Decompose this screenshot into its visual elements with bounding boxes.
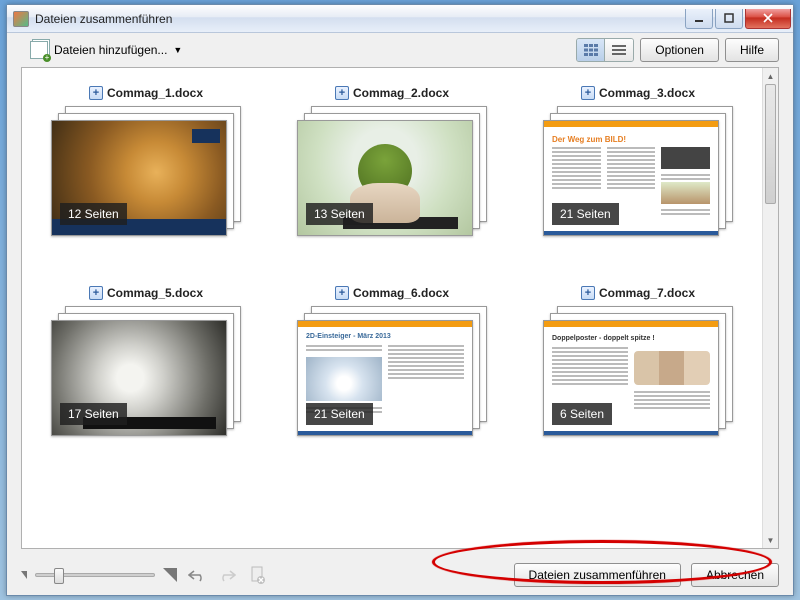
view-list-button[interactable] <box>605 39 633 61</box>
dialog-window: Dateien zusammenführen + Dateien hinzufü… <box>6 4 794 596</box>
window-buttons <box>683 9 791 29</box>
expand-button[interactable]: + <box>335 286 349 300</box>
zoom-slider-knob[interactable] <box>54 568 64 584</box>
file-item-header: + Commag_7.docx <box>581 286 695 300</box>
view-switch <box>576 38 634 62</box>
file-grid: + Commag_1.docx 12 Seiten + Commag_2.docx 13 … <box>22 68 762 548</box>
page-count-badge: 6 Seiten <box>552 403 612 425</box>
page-stack[interactable]: 12 Seiten <box>51 106 241 236</box>
close-button[interactable] <box>745 9 791 29</box>
page-count-badge: 21 Seiten <box>306 403 373 425</box>
file-item-header: + Commag_2.docx <box>335 86 449 100</box>
file-item[interactable]: + Commag_2.docx 13 Seiten <box>278 86 506 236</box>
undo-button[interactable] <box>187 565 207 585</box>
toolbar: + Dateien hinzufügen... ▼ Optionen Hilfe <box>7 33 793 67</box>
help-button[interactable]: Hilfe <box>725 38 779 62</box>
thumbnail: 12 Seiten <box>51 120 227 236</box>
scrollbar-thumb[interactable] <box>765 84 776 204</box>
thumbnail: 2D-Einsteiger - März 201321 Seiten <box>297 320 473 436</box>
page-count-badge: 12 Seiten <box>60 203 127 225</box>
file-item-header: + Commag_5.docx <box>89 286 203 300</box>
file-name: Commag_3.docx <box>599 86 695 100</box>
window-title: Dateien zusammenführen <box>35 12 683 26</box>
file-name: Commag_6.docx <box>353 286 449 300</box>
dropdown-arrow-icon: ▼ <box>173 45 182 55</box>
scrollbar[interactable]: ▲ ▼ <box>762 68 778 548</box>
scroll-down-icon[interactable]: ▼ <box>763 532 778 548</box>
file-name: Commag_1.docx <box>107 86 203 100</box>
zoom-out-icon[interactable] <box>21 571 27 579</box>
file-item[interactable]: + Commag_7.docx Doppelposter - doppelt spi… <box>524 286 752 436</box>
redo-button[interactable] <box>217 565 237 585</box>
file-item-header: + Commag_3.docx <box>581 86 695 100</box>
expand-button[interactable]: + <box>89 86 103 100</box>
expand-button[interactable]: + <box>89 286 103 300</box>
zoom-in-icon[interactable] <box>163 568 177 582</box>
cancel-button[interactable]: Abbrechen <box>691 563 779 587</box>
footer-bar: Dateien zusammenführen Abbrechen <box>7 555 793 595</box>
thumbnail: 13 Seiten <box>297 120 473 236</box>
file-name: Commag_2.docx <box>353 86 449 100</box>
thumbnail: Der Weg zum BILD!21 Seiten <box>543 120 719 236</box>
view-grid-button[interactable] <box>577 39 605 61</box>
page-stack[interactable]: Doppelposter - doppelt spitze !6 Seiten <box>543 306 733 436</box>
maximize-button[interactable] <box>715 9 743 29</box>
combine-files-button[interactable]: Dateien zusammenführen <box>514 563 681 587</box>
page-stack[interactable]: 2D-Einsteiger - März 201321 Seiten <box>297 306 487 436</box>
file-item[interactable]: + Commag_5.docx 17 Seiten <box>32 286 260 436</box>
file-item[interactable]: + Commag_3.docx Der Weg zum BILD!21 Seiten <box>524 86 752 236</box>
remove-button[interactable] <box>247 565 267 585</box>
expand-button[interactable]: + <box>335 86 349 100</box>
app-icon <box>13 11 29 27</box>
file-item-header: + Commag_1.docx <box>89 86 203 100</box>
file-item[interactable]: + Commag_6.docx 2D-Einsteiger - März 20132… <box>278 286 506 436</box>
file-name: Commag_5.docx <box>107 286 203 300</box>
page-stack[interactable]: 17 Seiten <box>51 306 241 436</box>
file-item-header: + Commag_6.docx <box>335 286 449 300</box>
expand-button[interactable]: + <box>581 86 595 100</box>
page-count-badge: 21 Seiten <box>552 203 619 225</box>
add-files-icon: + <box>30 41 48 59</box>
options-button[interactable]: Optionen <box>640 38 719 62</box>
titlebar: Dateien zusammenführen <box>7 5 793 33</box>
zoom-control <box>21 568 177 582</box>
file-list-panel: + Commag_1.docx 12 Seiten + Commag_2.docx 13 … <box>21 67 779 549</box>
zoom-slider[interactable] <box>35 573 155 577</box>
page-stack[interactable]: 13 Seiten <box>297 106 487 236</box>
file-name: Commag_7.docx <box>599 286 695 300</box>
thumbnail: 17 Seiten <box>51 320 227 436</box>
expand-button[interactable]: + <box>581 286 595 300</box>
page-stack[interactable]: Der Weg zum BILD!21 Seiten <box>543 106 733 236</box>
page-count-badge: 13 Seiten <box>306 203 373 225</box>
add-files-label: Dateien hinzufügen... <box>54 43 167 57</box>
minimize-button[interactable] <box>685 9 713 29</box>
page-count-badge: 17 Seiten <box>60 403 127 425</box>
add-files-menu[interactable]: + Dateien hinzufügen... ▼ <box>21 37 191 63</box>
grid-icon <box>584 44 598 56</box>
thumbnail: Doppelposter - doppelt spitze !6 Seiten <box>543 320 719 436</box>
scroll-up-icon[interactable]: ▲ <box>763 68 778 84</box>
file-item[interactable]: + Commag_1.docx 12 Seiten <box>32 86 260 236</box>
list-icon <box>612 44 626 56</box>
